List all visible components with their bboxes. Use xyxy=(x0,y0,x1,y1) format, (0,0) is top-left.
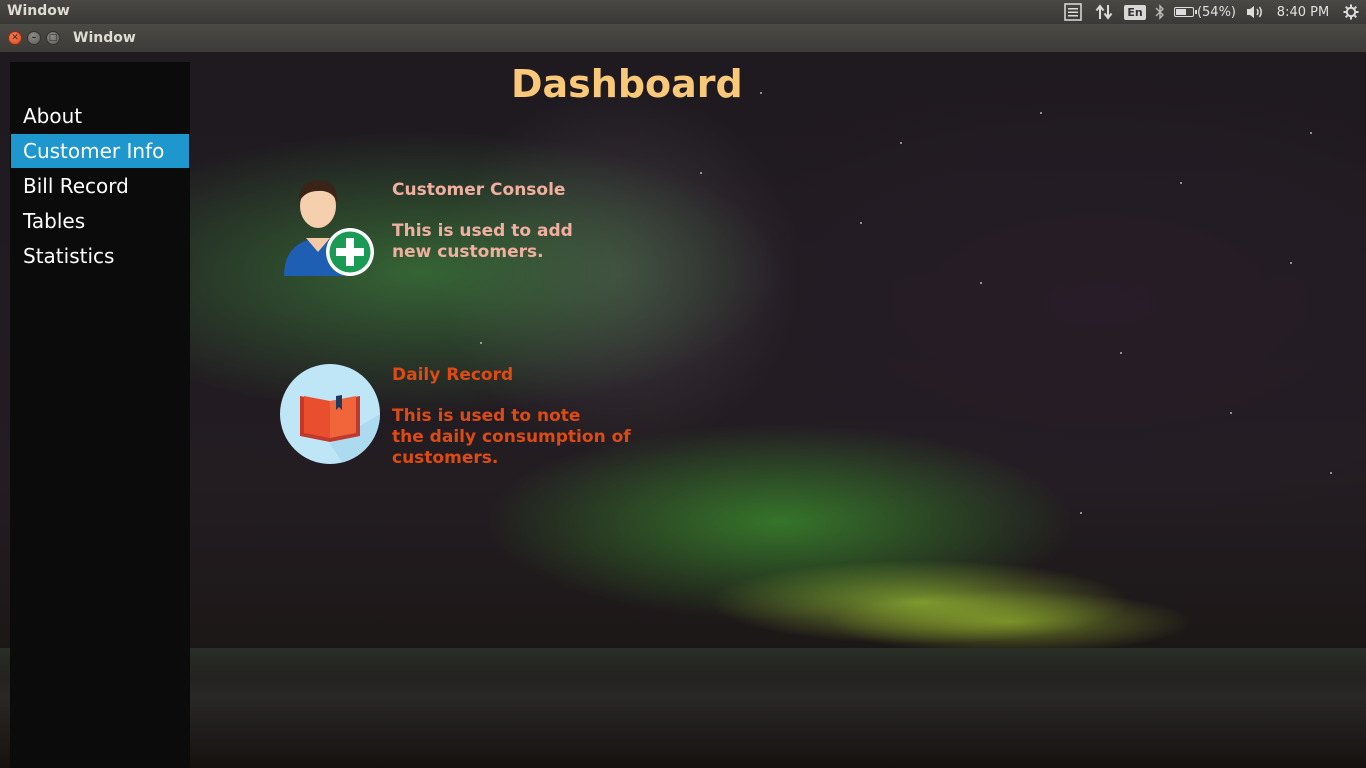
system-indicators: En (54%) 8:40 PM xyxy=(1058,0,1366,24)
bluetooth-icon[interactable] xyxy=(1150,0,1170,24)
system-top-panel: Window En (54%) 8:40 PM xyxy=(0,0,1366,24)
battery-icon xyxy=(1173,7,1197,17)
sidebar: About Customer Info Bill Record Tables S… xyxy=(10,62,190,768)
clock[interactable]: 8:40 PM xyxy=(1270,0,1336,24)
window-title: Window xyxy=(73,30,136,46)
minimize-icon: – xyxy=(31,32,37,43)
keyboard-layout-label: En xyxy=(1124,4,1146,20)
sidebar-item-tables[interactable]: Tables xyxy=(11,204,189,238)
maximize-window-button[interactable]: □ xyxy=(46,31,60,45)
maximize-icon: □ xyxy=(48,32,58,43)
volume-icon[interactable] xyxy=(1240,0,1270,24)
close-window-button[interactable]: ✕ xyxy=(8,31,22,45)
sidebar-item-customer-info[interactable]: Customer Info xyxy=(11,134,189,168)
battery-indicator[interactable]: (54%) xyxy=(1170,0,1240,24)
close-icon: ✕ xyxy=(11,32,19,43)
customer-console-title[interactable]: Customer Console xyxy=(392,180,565,200)
daily-record-description: This is used to note the daily consumpti… xyxy=(392,406,631,468)
book-icon[interactable] xyxy=(280,364,380,464)
daily-record-title[interactable]: Daily Record xyxy=(392,365,513,385)
battery-percent: (54%) xyxy=(1196,4,1237,20)
mountain-landscape xyxy=(0,648,1366,768)
settings-gear-icon[interactable] xyxy=(1336,0,1366,24)
sidebar-item-about[interactable]: About xyxy=(11,99,189,133)
minimize-window-button[interactable]: – xyxy=(27,31,41,45)
window-titlebar[interactable]: ✕ – □ Window xyxy=(0,24,1366,52)
menu-list-icon[interactable] xyxy=(1058,0,1088,24)
network-arrows-icon[interactable] xyxy=(1088,0,1120,24)
sidebar-item-statistics[interactable]: Statistics xyxy=(11,239,189,273)
dashboard-content: About Customer Info Bill Record Tables S… xyxy=(0,52,1366,768)
page-title: Dashboard xyxy=(511,62,743,106)
keyboard-icon[interactable]: En xyxy=(1120,0,1150,24)
customer-console-description: This is used to add new customers. xyxy=(392,221,573,262)
active-app-title: Window xyxy=(7,3,70,19)
sidebar-item-bill-record[interactable]: Bill Record xyxy=(11,169,189,203)
add-customer-icon[interactable] xyxy=(280,176,380,280)
